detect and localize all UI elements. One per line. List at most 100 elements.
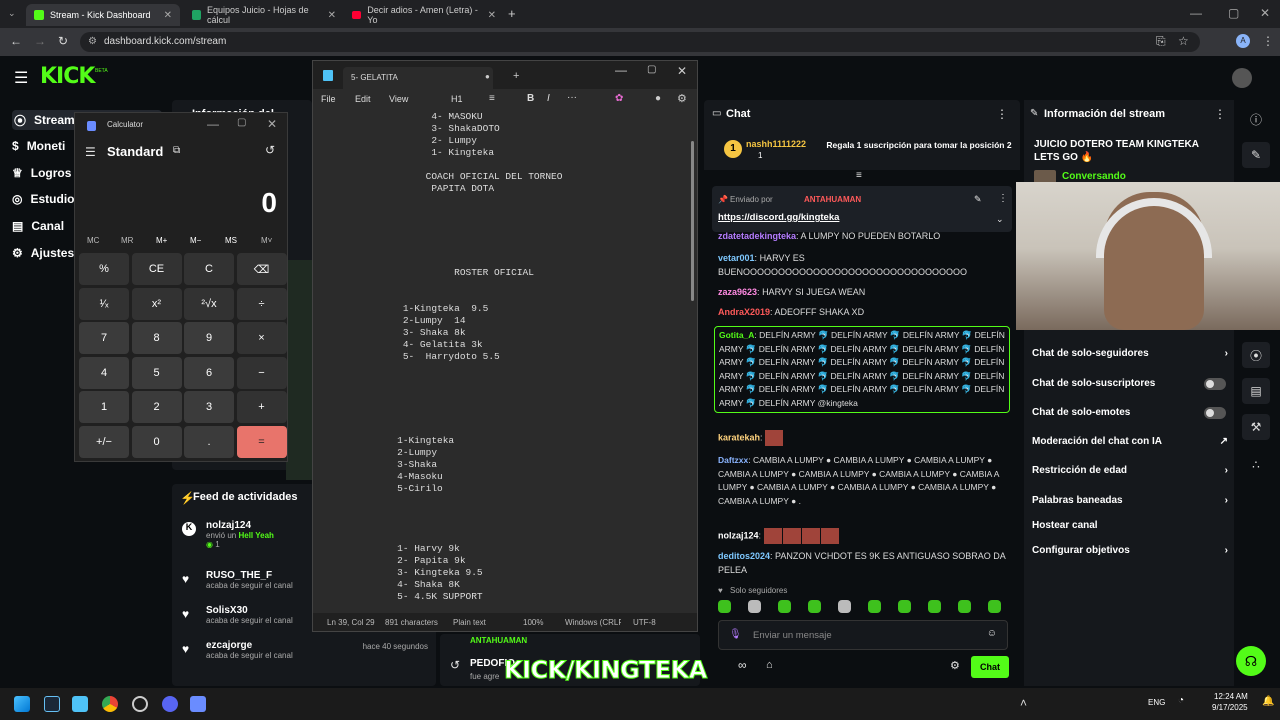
calculator-taskbar-icon[interactable] [190,696,206,712]
calc-key-zero[interactable]: 0 [131,425,182,458]
memory-store[interactable]: MS [225,236,237,245]
close-icon[interactable]: ✕ [267,117,277,131]
infinity-icon[interactable]: ∞ [738,658,747,672]
forward-icon[interactable]: → [34,34,46,48]
back-icon[interactable]: ← [10,34,22,48]
menu-file[interactable]: File [321,94,336,104]
tab-kick-dashboard[interactable]: Stream - Kick Dashboard ✕ [26,4,180,26]
store-icon[interactable]: ⌂ [766,659,773,671]
close-icon[interactable]: ✕ [164,10,172,21]
minimize-icon[interactable]: — [1190,6,1202,20]
profile-icon[interactable]: A [1236,34,1250,48]
more-icon[interactable]: ⋮ [998,193,1008,204]
subscribers-only-toggle[interactable] [1204,377,1226,390]
obs-icon[interactable] [132,696,148,712]
emote-icon[interactable] [868,600,881,613]
memory-list[interactable]: M˅ [261,236,272,245]
italic-icon[interactable]: I [547,93,550,104]
new-tab-button[interactable]: + [508,6,516,21]
emote-icon[interactable] [718,600,731,613]
scroll-down-icon[interactable]: ≡ [856,170,862,181]
calc-key-square[interactable]: x² [131,287,182,320]
emoji-icon[interactable]: ☺ [987,628,997,639]
close-icon[interactable]: ✕ [328,10,336,21]
chat-username[interactable]: zdatetadekingteka [718,231,796,241]
avatar[interactable] [1232,68,1252,88]
calc-key-five[interactable]: 5 [131,356,182,389]
emotes-only-toggle[interactable] [1204,406,1226,419]
kick-logo[interactable]: KICK [40,64,95,89]
sidebar-item-monetization[interactable]: $ Moneti [12,136,65,156]
language-indicator[interactable]: ENG [1148,698,1165,707]
new-tab-button[interactable]: + [513,70,519,82]
history-icon[interactable]: ↺ [265,143,275,157]
help-button[interactable]: ☊ [1236,646,1266,676]
keep-on-top-icon[interactable]: ⧉ [173,145,180,156]
maximize-icon[interactable]: ▢ [237,117,246,128]
memory-add[interactable]: M+ [156,236,167,245]
calc-key-six[interactable]: 6 [184,356,234,389]
chat-username[interactable]: zaza9623 [718,287,757,297]
emote-icon[interactable] [748,600,761,613]
age-restriction-setting[interactable]: Restricción de edad › [1032,465,1228,476]
info-icon[interactable]: ⓘ [1242,106,1270,132]
pinned-message[interactable]: 📌 Enviado por ANTAHUAMAN https://discord… [712,186,1012,232]
broadcast-icon[interactable]: ⦿ [1242,342,1270,368]
wifi-icon[interactable]: ◔ [1178,695,1184,706]
emote-icon[interactable] [928,600,941,613]
maximize-icon[interactable]: ▢ [647,64,656,75]
calc-key-multiply[interactable]: × [236,322,287,354]
chrome-icon[interactable] [102,696,118,712]
settings-icon[interactable]: ⚙ [677,92,687,105]
sidebar-item-studio[interactable]: ◎ Estudio [12,189,74,209]
menu-icon[interactable]: ⋮ [1262,34,1274,48]
hamburger-icon[interactable]: ☰ [14,68,28,88]
tab-search-icon[interactable]: ⌄ [8,8,16,19]
calc-key-one[interactable]: 1 [79,391,129,423]
memory-recall[interactable]: MR [121,236,133,245]
more-icon[interactable]: ⋮ [1214,107,1226,121]
mic-icon[interactable]: 🎙 [729,629,742,640]
chat-username[interactable]: Daftzxx [718,455,748,465]
calc-key-divide[interactable]: ÷ [236,287,287,320]
more-icon[interactable]: ··· [567,92,577,103]
calc-key-plus[interactable]: + [236,391,287,423]
list-icon[interactable]: ≡ [489,93,495,104]
discord-icon[interactable] [162,696,178,712]
menu-edit[interactable]: Edit [355,94,371,104]
reload-icon[interactable]: ↻ [58,34,68,48]
goals-setting[interactable]: Configurar objetivos › [1032,545,1228,556]
calc-key-negate[interactable]: +/− [79,425,129,458]
subscribers-only-chat-setting[interactable]: Chat de solo-suscriptores [1032,377,1228,390]
emote-icon[interactable] [838,600,851,613]
maximize-icon[interactable]: ▢ [1228,6,1239,20]
calc-key-two[interactable]: 2 [131,391,182,423]
menu-view[interactable]: View [389,94,408,104]
tray-chevron-icon[interactable]: ˄ [1020,696,1027,710]
host-channel-setting[interactable]: Hostear canal [1032,520,1228,531]
memory-clear[interactable]: MC [87,236,99,245]
chevron-down-icon[interactable]: ⌄ [996,214,1004,225]
profile-icon[interactable]: ● [655,93,661,104]
pinned-link[interactable]: https://discord.gg/kingteka [718,212,839,223]
close-icon[interactable]: ✕ [677,64,687,78]
calc-key-decimal[interactable]: . [184,425,234,458]
windows-start-icon[interactable] [14,696,30,712]
steam-icon[interactable] [44,696,60,712]
ai-moderation-setting[interactable]: Moderación del chat con IA ↗ [1032,436,1228,447]
dots-icon[interactable]: ∴ [1242,452,1270,478]
calc-key-nine[interactable]: 9 [184,322,234,354]
calc-key-three[interactable]: 3 [184,391,234,423]
clock-date[interactable]: 9/17/2025 [1212,703,1248,712]
chat-username[interactable]: AndraX2019 [718,307,770,317]
chat-username[interactable]: nolzaj124 [718,530,759,540]
more-icon[interactable]: ⋮ [996,107,1008,121]
category-name[interactable]: Conversando [1062,171,1126,182]
url-field[interactable]: ⚙ dashboard.kick.com/stream [80,32,1200,52]
heading-dropdown[interactable]: H1 [451,94,463,104]
notepad-taskbar-icon[interactable] [72,696,88,712]
clock-time[interactable]: 12:24 AM [1214,692,1248,701]
calc-key-clear-entry[interactable]: CE [131,253,182,285]
chat-username[interactable]: karatekah [718,432,760,442]
tab-youtube[interactable]: Decir adios - Amen (Letra) - Yo ✕ [344,4,504,26]
